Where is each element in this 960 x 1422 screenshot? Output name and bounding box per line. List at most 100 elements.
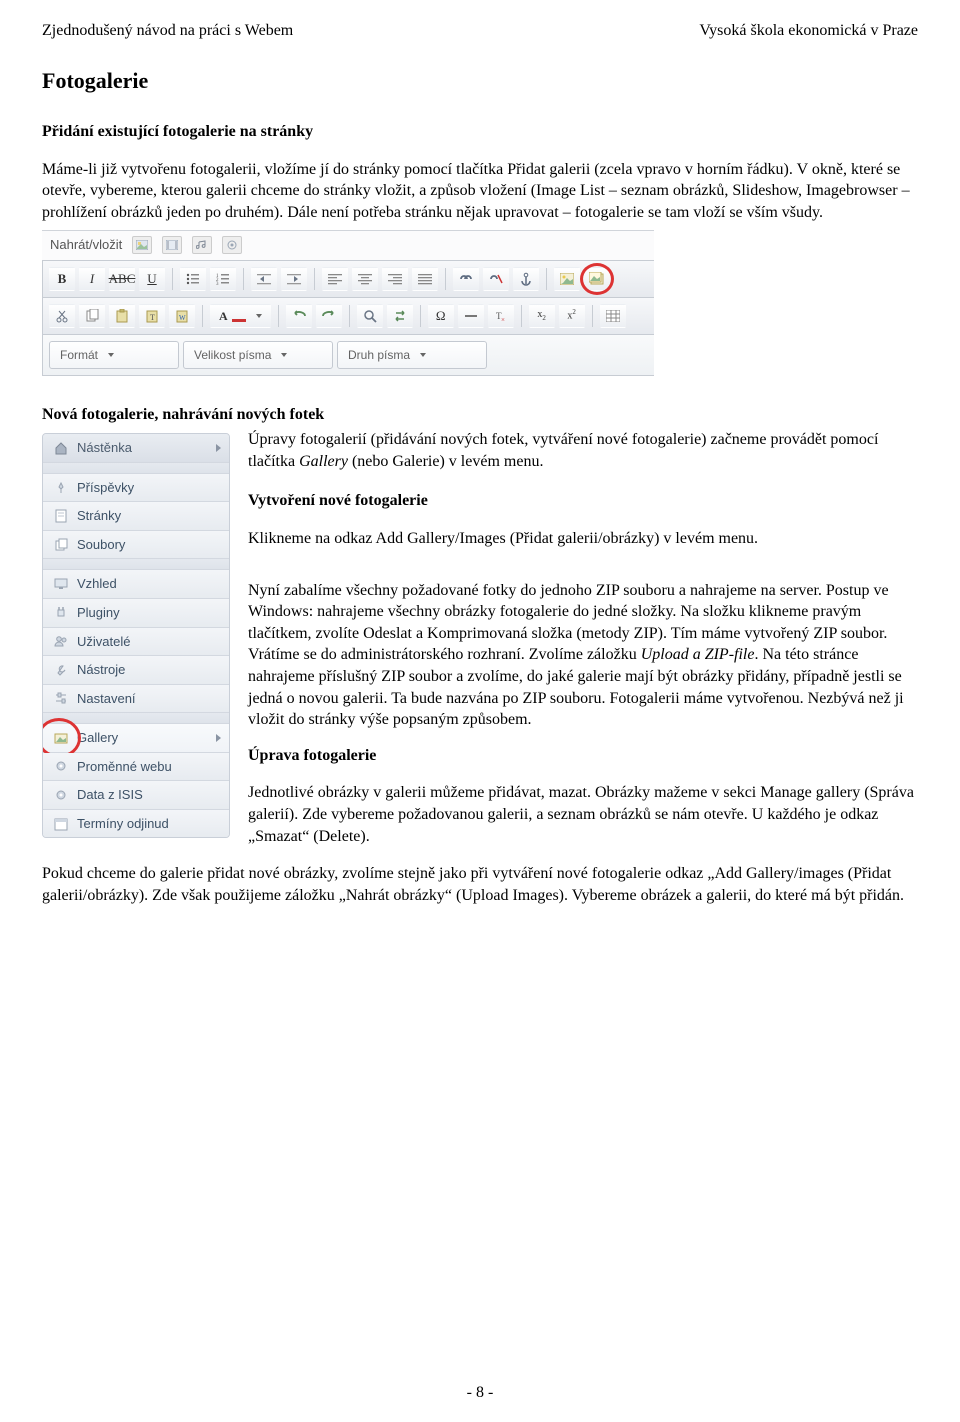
sidebar-item-gallery[interactable]: Gallery: [43, 724, 229, 753]
redo-button[interactable]: [316, 304, 342, 328]
sidebar-item-label: Proměnné webu: [77, 758, 172, 776]
header-right: Vysoká škola ekonomická v Praze: [699, 20, 918, 42]
link-button[interactable]: [453, 267, 479, 291]
media-other-icon[interactable]: [222, 236, 242, 254]
sidebar-item-media[interactable]: Soubory: [43, 531, 229, 560]
copy-button[interactable]: [79, 304, 105, 328]
outdent-button[interactable]: [251, 267, 277, 291]
chevron-right-icon: [216, 734, 221, 742]
sidebar-item-label: Data z ISIS: [77, 786, 143, 804]
heading-new-gallery: Nová fotogalerie, nahrávání nových fotek: [42, 404, 918, 426]
sidebar-item-label: Nastavení: [77, 690, 136, 708]
font-color-button[interactable]: A: [210, 304, 271, 328]
sidebar-item-label: Uživatelé: [77, 633, 130, 651]
sidebar-item-isis[interactable]: Data z ISIS: [43, 781, 229, 810]
sidebar-item-pages[interactable]: Stránky: [43, 502, 229, 531]
sidebar-item-label: Stránky: [77, 507, 121, 525]
hr-button[interactable]: [458, 304, 484, 328]
pin-icon: [53, 480, 69, 496]
svg-text:W: W: [179, 314, 186, 322]
separator-icon: [314, 268, 315, 290]
sidebar-item-label: Nástěnka: [77, 439, 132, 457]
fontsize-select-label: Velikost písma: [194, 347, 271, 363]
editor-toolbar: Nahrát/vložit B I ABC U: [42, 230, 654, 376]
sidebar-item-events[interactable]: Termíny odjinud: [43, 810, 229, 838]
bullet-list-button[interactable]: [180, 267, 206, 291]
align-right-button[interactable]: [382, 267, 408, 291]
chevron-down-icon: [281, 353, 287, 357]
sidebar-item-label: Nástroje: [77, 661, 125, 679]
header-left: Zjednodušený návod na práci s Webem: [42, 20, 293, 42]
separator-icon: [172, 268, 173, 290]
files-icon: [53, 537, 69, 553]
sidebar-item-label: Příspěvky: [77, 479, 134, 497]
svg-text:3: 3: [216, 282, 219, 285]
appearance-icon: [53, 576, 69, 592]
fontsize-select[interactable]: Velikost písma: [183, 341, 333, 369]
subscript-button[interactable]: x2: [529, 304, 555, 328]
sliders-icon: [53, 690, 69, 706]
table-button[interactable]: [600, 304, 626, 328]
strike-button[interactable]: ABC: [109, 267, 135, 291]
fontfamily-select[interactable]: Druh písma: [337, 341, 487, 369]
italic-button[interactable]: I: [79, 267, 105, 291]
sidebar-item-label: Vzhled: [77, 575, 117, 593]
remove-format-button[interactable]: T×: [488, 304, 514, 328]
anchor-button[interactable]: [513, 267, 539, 291]
toolbar-title-text: Nahrát/vložit: [50, 236, 122, 254]
gallery-icon: [53, 730, 69, 746]
find-button[interactable]: [357, 304, 383, 328]
sidebar-item-plugins[interactable]: Pluginy: [43, 599, 229, 628]
insert-gallery-button[interactable]: [584, 267, 610, 291]
sidebar-item-label: Pluginy: [77, 604, 120, 622]
paste-button[interactable]: [109, 304, 135, 328]
replace-button[interactable]: [387, 304, 413, 328]
separator-icon: [243, 268, 244, 290]
indent-button[interactable]: [281, 267, 307, 291]
page-number: - 8 -: [0, 1382, 960, 1404]
media-video-icon[interactable]: [162, 236, 182, 254]
separator-icon: [349, 305, 350, 327]
sidebar-gap: [43, 713, 229, 724]
media-audio-icon[interactable]: [192, 236, 212, 254]
sidebar-item-appearance[interactable]: Vzhled: [43, 570, 229, 599]
cut-button[interactable]: [49, 304, 75, 328]
svg-text:T: T: [150, 313, 155, 322]
underline-button[interactable]: U: [139, 267, 165, 291]
heading-add-existing: Přidání existující fotogalerie na stránk…: [42, 121, 918, 143]
sidebar-item-dashboard[interactable]: Nástěnka: [43, 434, 229, 463]
separator-icon: [445, 268, 446, 290]
symbol-button[interactable]: Ω: [428, 304, 454, 328]
format-select-label: Formát: [60, 347, 98, 363]
image-button[interactable]: [554, 267, 580, 291]
separator-icon: [278, 305, 279, 327]
separator-icon: [202, 305, 203, 327]
sidebar-item-posts[interactable]: Příspěvky: [43, 474, 229, 503]
undo-button[interactable]: [286, 304, 312, 328]
format-select[interactable]: Formát: [49, 341, 179, 369]
sidebar-item-webvars[interactable]: Proměnné webu: [43, 753, 229, 782]
sidebar-item-users[interactable]: Uživatelé: [43, 628, 229, 657]
users-icon: [53, 633, 69, 649]
gear-icon: [53, 758, 69, 774]
svg-text:×: ×: [501, 316, 505, 323]
sidebar-gap: [43, 463, 229, 474]
sidebar-item-settings[interactable]: Nastavení: [43, 685, 229, 714]
home-icon: [53, 440, 69, 456]
separator-icon: [420, 305, 421, 327]
unlink-button[interactable]: [483, 267, 509, 291]
media-image-icon[interactable]: [132, 236, 152, 254]
align-left-button[interactable]: [322, 267, 348, 291]
bold-button[interactable]: B: [49, 267, 75, 291]
align-center-button[interactable]: [352, 267, 378, 291]
chevron-right-icon: [216, 444, 221, 452]
ordered-list-button[interactable]: 123: [210, 267, 236, 291]
sidebar-item-tools[interactable]: Nástroje: [43, 656, 229, 685]
para-edit-p2: Pokud chceme do galerie přidat nové obrá…: [42, 863, 918, 906]
paste-word-button[interactable]: W: [169, 304, 195, 328]
paste-text-button[interactable]: T: [139, 304, 165, 328]
superscript-button[interactable]: x2: [559, 304, 585, 328]
calendar-icon: [53, 816, 69, 832]
align-justify-button[interactable]: [412, 267, 438, 291]
chevron-down-icon: [108, 353, 114, 357]
